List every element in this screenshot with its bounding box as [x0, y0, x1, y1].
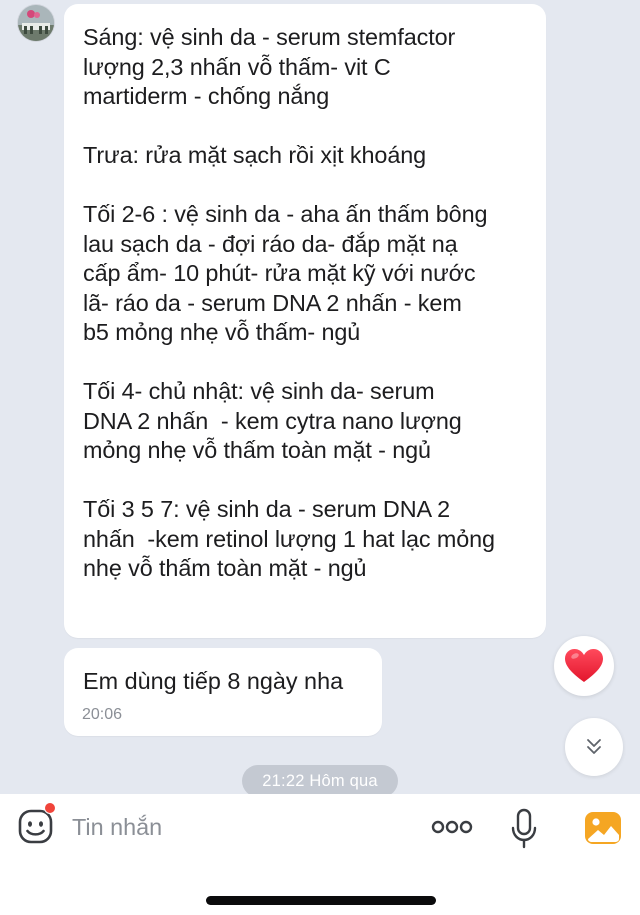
microphone-icon: [511, 808, 537, 849]
notification-dot: [44, 802, 56, 814]
reaction-button[interactable]: [554, 636, 614, 696]
avatar-image: [18, 5, 54, 41]
scroll-to-bottom-button[interactable]: [565, 718, 623, 776]
more-options-button[interactable]: [430, 814, 474, 840]
photo-gallery-icon: [585, 812, 621, 844]
heart-icon: [565, 649, 603, 682]
message-timestamp: 20:06: [82, 706, 123, 723]
message-bubble[interactable]: Sáng: vệ sinh da - serum stemfactor lượn…: [64, 4, 546, 638]
message-text: Em dùng tiếp 8 ngày nha: [83, 668, 344, 694]
home-indicator: [206, 896, 436, 905]
message-bubble[interactable]: Em dùng tiếp 8 ngày nha 20:06: [64, 648, 382, 736]
date-separator: 21:22 Hôm qua: [242, 765, 398, 797]
message-input[interactable]: [72, 810, 402, 844]
photo-gallery-button[interactable]: [584, 811, 622, 845]
more-dots-icon: [431, 820, 473, 834]
double-chevron-down-icon: [587, 739, 601, 754]
contact-avatar[interactable]: [18, 5, 54, 41]
voice-message-button[interactable]: [510, 808, 538, 850]
message-text: Sáng: vệ sinh da - serum stemfactor lượn…: [83, 24, 495, 581]
